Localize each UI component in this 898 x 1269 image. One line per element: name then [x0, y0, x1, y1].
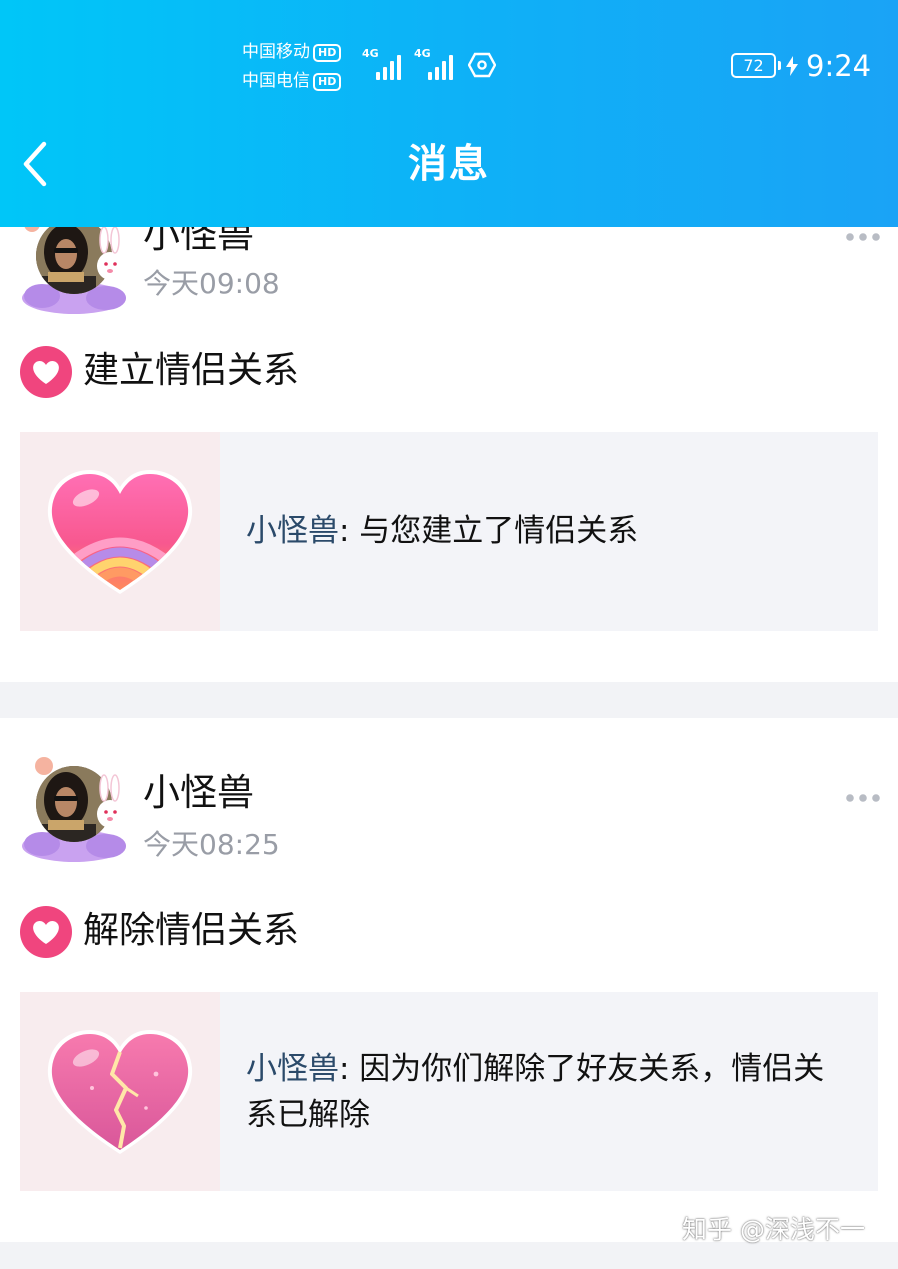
- card-thumbnail: [20, 992, 220, 1191]
- notice-card[interactable]: 小怪兽: 与您建立了情侣关系: [20, 432, 878, 631]
- hd-badge: HD: [313, 44, 342, 62]
- nfc-icon: [468, 52, 496, 78]
- card-message: 小怪兽: 因为你们解除了好友关系，情侣关系已解除: [246, 1046, 846, 1138]
- more-dots-icon[interactable]: [845, 231, 881, 243]
- nav-bar: 消息: [0, 110, 898, 227]
- app-header: 中国移动 HD 中国电信 HD 4G 4G 72 9:24 消息: [0, 0, 898, 227]
- user-name[interactable]: 小怪兽: [143, 770, 254, 816]
- carrier-telecom-label: 中国电信: [242, 71, 310, 91]
- carrier-mobile-label: 中国移动: [242, 42, 310, 62]
- user-avatar[interactable]: [18, 754, 130, 864]
- card-message: 小怪兽: 与您建立了情侣关系: [246, 508, 846, 554]
- message-item: 小怪兽 今天09:08 建立情侣关系 小怪兽: 与您建立了情侣关系: [0, 170, 898, 682]
- card-thumbnail: [20, 432, 220, 631]
- status-time: 9:24: [806, 49, 872, 83]
- status-bar: 中国移动 HD 中国电信 HD 4G 4G 72 9:24: [0, 0, 898, 110]
- page-title: 消息: [407, 142, 490, 187]
- broken-heart-icon: [47, 1030, 193, 1154]
- card-message-text: : 与您建立了情侣关系: [339, 513, 639, 549]
- rainbow-heart-icon: [47, 470, 193, 594]
- card-user-name[interactable]: 小怪兽: [246, 513, 339, 549]
- section-divider: [0, 682, 898, 718]
- event-title: 建立情侣关系: [83, 350, 300, 391]
- messages-screen: 中国移动 HD 中国电信 HD 4G 4G 72 9:24 消息 小怪兽 今天0…: [0, 0, 898, 1269]
- card-user-name[interactable]: 小怪兽: [246, 1051, 339, 1087]
- post-time: 今天09:08: [143, 267, 280, 300]
- charging-bolt-icon: [786, 56, 798, 76]
- carrier-mobile: 中国移动 HD: [242, 42, 342, 62]
- carrier-telecom: 中国电信 HD: [242, 71, 342, 91]
- heart-badge-icon: [20, 906, 72, 958]
- message-item: 小怪兽 今天08:25 解除情侣关系 小怪兽: 因为你们解除了好友关系，情侣关系…: [0, 718, 898, 1242]
- heart-badge-icon: [20, 346, 72, 398]
- post-time: 今天08:25: [143, 828, 280, 861]
- event-title: 解除情侣关系: [83, 910, 300, 951]
- watermark: 知乎 @深浅不一: [682, 1215, 865, 1244]
- more-dots-icon[interactable]: [845, 792, 881, 804]
- hd-badge: HD: [313, 73, 342, 91]
- battery-icon: 72: [731, 53, 781, 78]
- notice-card[interactable]: 小怪兽: 因为你们解除了好友关系，情侣关系已解除: [20, 992, 878, 1191]
